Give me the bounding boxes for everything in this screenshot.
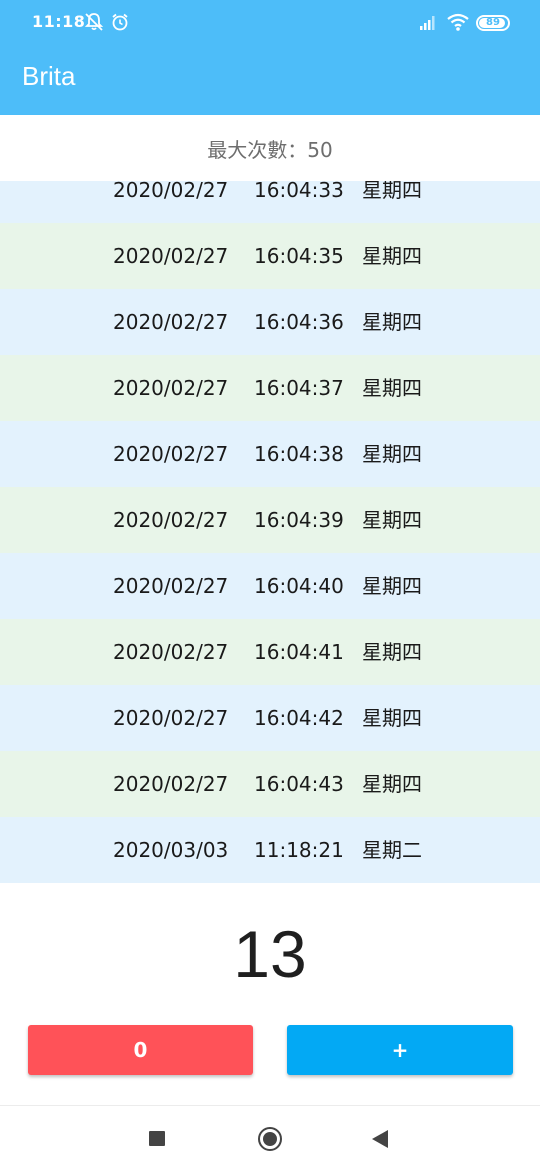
record-time: 16:04:42 [254, 706, 344, 730]
record-time: 16:04:38 [254, 442, 344, 466]
record-time: 16:04:39 [254, 508, 344, 532]
back-icon[interactable] [372, 1130, 388, 1148]
list-item: 2020/02/27 16:04:38 星期四 [0, 421, 540, 487]
wifi-icon [447, 13, 469, 31]
navigation-bar [0, 1105, 540, 1170]
record-time: 16:04:33 [254, 181, 344, 202]
status-time: 11:18 [32, 12, 86, 31]
record-date: 2020/02/27 [113, 310, 229, 334]
record-date: 2020/02/27 [113, 181, 229, 202]
reset-button[interactable]: 0 [28, 1025, 253, 1075]
record-time: 16:04:43 [254, 772, 344, 796]
list-item: 2020/02/27 16:04:36 星期四 [0, 289, 540, 355]
list-item: 2020/02/27 16:04:42 星期四 [0, 685, 540, 751]
record-weekday: 星期二 [362, 838, 422, 862]
mute-alarm-icon [84, 13, 104, 31]
status-bar: 11:18 89 [0, 0, 540, 46]
record-weekday: 星期四 [362, 706, 422, 730]
app-title: Brita [22, 61, 76, 91]
record-date: 2020/02/27 [113, 772, 229, 796]
record-time: 11:18:21 [254, 838, 344, 862]
record-date: 2020/02/27 [113, 706, 229, 730]
signal-icon [420, 16, 435, 30]
list-item: 2020/02/27 16:04:33 星期四 [0, 181, 540, 223]
battery-level: 89 [486, 17, 500, 28]
max-count-label: 最大次數：50 [207, 138, 333, 162]
record-date: 2020/02/27 [113, 574, 229, 598]
record-date: 2020/03/03 [113, 838, 229, 862]
list-item: 2020/02/27 16:04:37 星期四 [0, 355, 540, 421]
increment-button[interactable]: + [287, 1025, 513, 1075]
recent-apps-icon[interactable] [149, 1131, 165, 1146]
list-item: 2020/02/27 16:04:43 星期四 [0, 751, 540, 817]
list-item: 2020/02/27 16:04:39 星期四 [0, 487, 540, 553]
header: 11:18 89 Brita [0, 0, 540, 115]
record-weekday: 星期四 [362, 376, 422, 400]
records-list[interactable]: 2020/02/27 16:04:33 星期四 2020/02/27 16:04… [0, 181, 540, 885]
max-count-row: 最大次數：50 [0, 115, 540, 181]
record-time: 16:04:40 [254, 574, 344, 598]
record-weekday: 星期四 [362, 181, 422, 202]
record-weekday: 星期四 [362, 574, 422, 598]
record-weekday: 星期四 [362, 640, 422, 664]
record-weekday: 星期四 [362, 310, 422, 334]
home-icon[interactable] [258, 1127, 282, 1151]
record-weekday: 星期四 [362, 508, 422, 532]
list-item: 2020/02/27 16:04:35 星期四 [0, 223, 540, 289]
list-item: 2020/03/03 11:18:21 星期二 [0, 817, 540, 883]
record-time: 16:04:37 [254, 376, 344, 400]
record-weekday: 星期四 [362, 442, 422, 466]
record-date: 2020/02/27 [113, 244, 229, 268]
record-date: 2020/02/27 [113, 442, 229, 466]
record-time: 16:04:35 [254, 244, 344, 268]
record-date: 2020/02/27 [113, 376, 229, 400]
record-weekday: 星期四 [362, 772, 422, 796]
record-time: 16:04:36 [254, 310, 344, 334]
record-date: 2020/02/27 [113, 640, 229, 664]
list-item: 2020/02/27 16:04:40 星期四 [0, 553, 540, 619]
record-time: 16:04:41 [254, 640, 344, 664]
list-item: 2020/02/27 16:04:41 星期四 [0, 619, 540, 685]
record-weekday: 星期四 [362, 244, 422, 268]
alarm-clock-icon [112, 13, 128, 31]
counter-value: 13 [233, 917, 307, 991]
record-date: 2020/02/27 [113, 508, 229, 532]
app-bar: Brita [0, 46, 540, 115]
